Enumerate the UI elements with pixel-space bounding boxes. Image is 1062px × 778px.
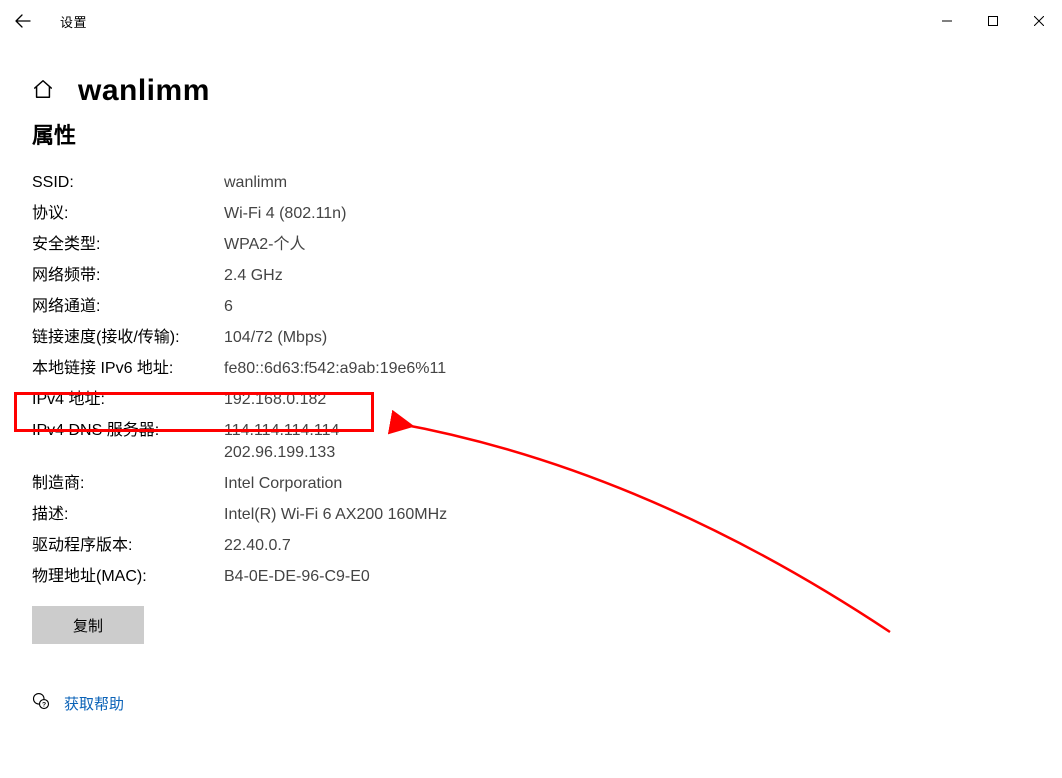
prop-value: WPA2-个人 [224, 234, 306, 256]
prop-label: 网络通道: [32, 296, 224, 318]
back-arrow-icon [15, 13, 31, 29]
titlebar: 设置 [0, 0, 1062, 42]
home-icon[interactable] [32, 78, 54, 105]
prop-value: 104/72 (Mbps) [224, 327, 327, 349]
maximize-icon [988, 16, 998, 26]
prop-value: 192.168.0.182 [224, 389, 326, 411]
prop-label: 协议: [32, 203, 224, 225]
section-title: 属性 [32, 118, 1030, 150]
prop-label: IPv4 DNS 服务器: [32, 420, 224, 442]
prop-label: 链接速度(接收/传输): [32, 327, 224, 349]
prop-value: 114.114.114.114 202.96.199.133 [224, 420, 339, 464]
help-area: ? 获取帮助 [32, 692, 1030, 715]
prop-ipv6-local: 本地链接 IPv6 地址: fe80::6d63:f542:a9ab:19e6%… [32, 358, 1030, 380]
prop-description: 描述: Intel(R) Wi-Fi 6 AX200 160MHz [32, 504, 1030, 526]
prop-driver-version: 驱动程序版本: 22.40.0.7 [32, 535, 1030, 557]
prop-value: 22.40.0.7 [224, 535, 291, 557]
prop-channel: 网络通道: 6 [32, 296, 1030, 318]
prop-band: 网络频带: 2.4 GHz [32, 265, 1030, 287]
prop-ipv4: IPv4 地址: 192.168.0.182 [32, 389, 1030, 411]
prop-label: 描述: [32, 504, 224, 526]
minimize-button[interactable] [924, 0, 970, 42]
prop-label: 物理地址(MAC): [32, 566, 224, 588]
maximize-button[interactable] [970, 0, 1016, 42]
minimize-icon [942, 16, 952, 26]
prop-value: fe80::6d63:f542:a9ab:19e6%11 [224, 358, 446, 380]
prop-label: 本地链接 IPv6 地址: [32, 358, 224, 380]
prop-label: 网络频带: [32, 265, 224, 287]
prop-value: wanlimm [224, 172, 287, 194]
prop-label: 制造商: [32, 473, 224, 495]
prop-mac: 物理地址(MAC): B4-0E-DE-96-C9-E0 [32, 566, 1030, 588]
prop-dns: IPv4 DNS 服务器: 114.114.114.114 202.96.199… [32, 420, 1030, 464]
prop-value: Intel(R) Wi-Fi 6 AX200 160MHz [224, 504, 447, 526]
prop-label: 安全类型: [32, 234, 224, 256]
get-help-link[interactable]: 获取帮助 [64, 693, 124, 714]
svg-text:?: ? [42, 701, 46, 708]
prop-value: B4-0E-DE-96-C9-E0 [224, 566, 370, 588]
close-button[interactable] [1016, 0, 1062, 42]
page-header: wanlimm [32, 74, 1030, 108]
back-button[interactable] [0, 0, 46, 42]
copy-button[interactable]: 复制 [32, 606, 144, 644]
prop-value: 6 [224, 296, 233, 318]
prop-label: 驱动程序版本: [32, 535, 224, 557]
page-title: wanlimm [78, 74, 210, 108]
help-icon: ? [32, 692, 50, 715]
prop-label: SSID: [32, 172, 224, 194]
prop-value: Wi-Fi 4 (802.11n) [224, 203, 346, 225]
prop-ssid: SSID: wanlimm [32, 172, 1030, 194]
prop-security: 安全类型: WPA2-个人 [32, 234, 1030, 256]
prop-value: Intel Corporation [224, 473, 342, 495]
prop-label: IPv4 地址: [32, 389, 224, 411]
prop-linkspeed: 链接速度(接收/传输): 104/72 (Mbps) [32, 327, 1030, 349]
prop-value: 2.4 GHz [224, 265, 283, 287]
window-controls [924, 0, 1062, 42]
content-area: wanlimm 属性 SSID: wanlimm 协议: Wi-Fi 4 (80… [0, 42, 1062, 735]
prop-protocol: 协议: Wi-Fi 4 (802.11n) [32, 203, 1030, 225]
close-icon [1034, 16, 1044, 26]
properties-list: SSID: wanlimm 协议: Wi-Fi 4 (802.11n) 安全类型… [32, 172, 1030, 588]
app-title: 设置 [60, 12, 87, 31]
prop-manufacturer: 制造商: Intel Corporation [32, 473, 1030, 495]
